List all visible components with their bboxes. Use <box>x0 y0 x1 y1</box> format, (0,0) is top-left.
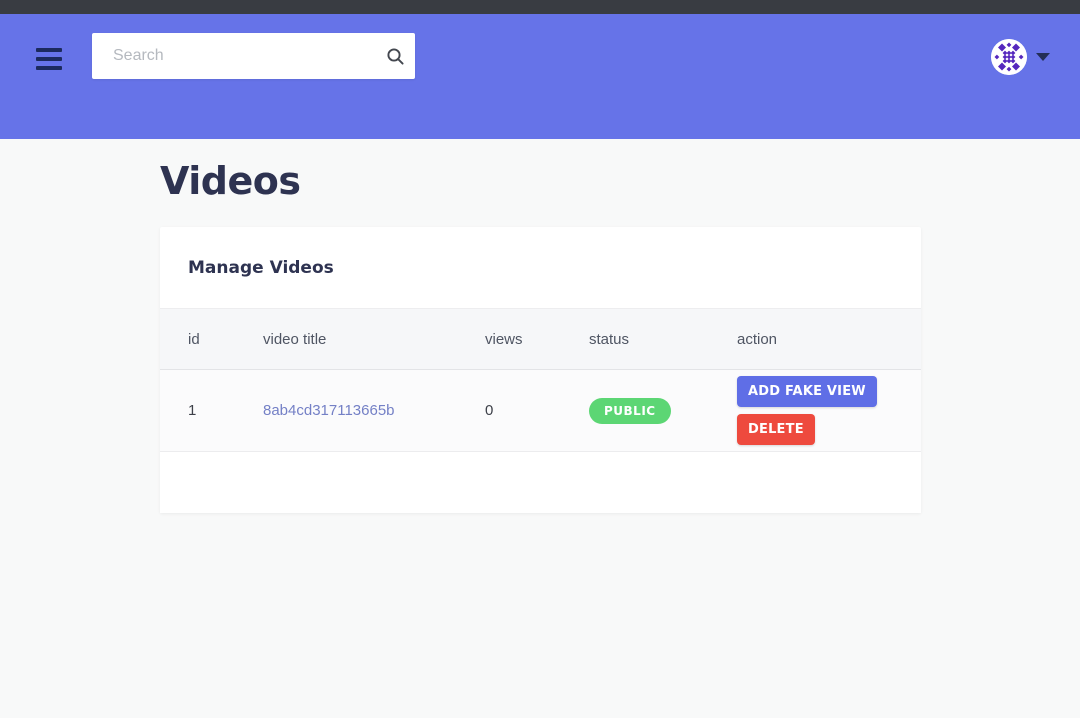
top-dark-bar <box>0 0 1080 14</box>
add-fake-view-button[interactable]: ADD FAKE VIEW <box>737 376 877 407</box>
column-header-status: status <box>589 330 630 348</box>
column-header-id: id <box>188 330 200 348</box>
delete-button[interactable]: DELETE <box>737 414 815 445</box>
identicon-avatar-image <box>991 39 1027 75</box>
card-footer-spacer <box>160 452 921 513</box>
table-row: 1 8ab4cd317113665b 0 PUBLIC ADD FAKE VIE… <box>160 370 921 452</box>
column-header-video-title: video title <box>263 330 327 348</box>
avatar[interactable] <box>991 39 1027 75</box>
search-icon[interactable] <box>375 33 415 79</box>
app-window: Videos Manage Videos id video title view… <box>0 0 1080 718</box>
menu-icon[interactable] <box>36 48 62 70</box>
card-title: Manage Videos <box>188 257 334 278</box>
chevron-down-icon[interactable] <box>1036 53 1050 61</box>
cell-action: ADD FAKE VIEW DELETE <box>737 376 893 445</box>
table-header-row: id video title views status action <box>160 308 921 370</box>
search-box <box>92 33 415 79</box>
status-badge: PUBLIC <box>589 397 671 424</box>
cell-status: PUBLIC <box>589 397 737 424</box>
cell-id: 1 <box>188 402 197 419</box>
page-title: Videos <box>160 159 301 203</box>
main-content: Videos Manage Videos id video title view… <box>0 139 1080 718</box>
column-header-views: views <box>485 330 523 348</box>
video-title-link[interactable]: 8ab4cd317113665b <box>263 402 395 419</box>
cell-views: 0 <box>485 402 494 419</box>
column-header-action: action <box>737 330 778 348</box>
cell-video-title: 8ab4cd317113665b <box>263 402 485 419</box>
search-input[interactable] <box>92 33 375 79</box>
app-header <box>0 14 1080 139</box>
manage-videos-card: Manage Videos id video title views statu… <box>160 227 921 513</box>
